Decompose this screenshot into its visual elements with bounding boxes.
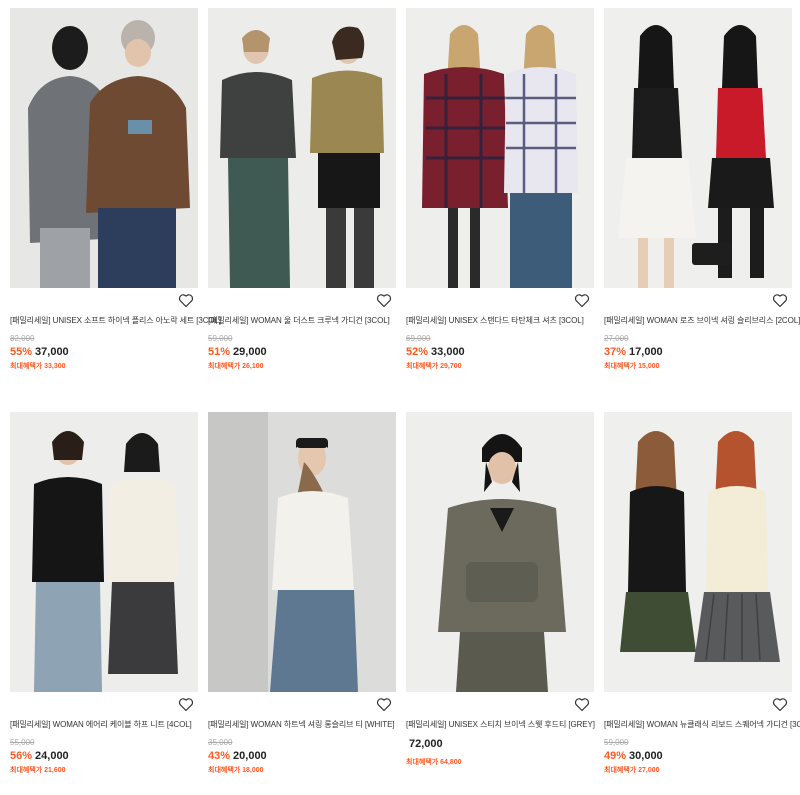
max-benefit-price: 최대혜택가 29,700 xyxy=(406,363,462,370)
sale-price: 24,000 xyxy=(35,750,69,762)
product-title[interactable]: [패밀리세일] WOMAN 에어리 케이블 하프 니트 [4COL] xyxy=(10,692,198,731)
product-card[interactable]: [패밀리세일] WOMAN 뉴클래식 리보드 스퀘어넥 가디건 [3COL] 5… xyxy=(604,412,800,776)
product-title[interactable]: [패밀리세일] WOMAN 뉴클래식 리보드 스퀘어넥 가디건 [3COL] xyxy=(604,692,800,731)
product-grid: [패밀리세일] UNISEX 소프트 하이넥 플리스 아노락 세트 [3COL]… xyxy=(0,0,800,795)
product-image[interactable] xyxy=(604,412,792,692)
max-benefit-price: 최대혜택가 15,000 xyxy=(604,363,660,370)
product-title[interactable]: [패밀리세일] UNISEX 소프트 하이넥 플리스 아노락 세트 [3COL] xyxy=(10,288,221,327)
sale-price: 30,000 xyxy=(629,750,663,762)
product-card[interactable]: [패밀리세일] UNISEX 소프트 하이넥 플리스 아노락 세트 [3COL]… xyxy=(10,8,221,372)
original-price: 27,000 xyxy=(604,334,629,343)
sale-price: 17,000 xyxy=(629,346,663,358)
price-line: 52% 33,000 xyxy=(406,345,594,359)
product-image[interactable] xyxy=(604,8,792,288)
max-benefit-price: 최대혜택가 33,300 xyxy=(10,363,66,370)
max-benefit-price: 최대혜택가 26,100 xyxy=(208,363,264,370)
product-card[interactable]: [패밀리세일] UNISEX 스탠다드 타탄체크 셔츠 [3COL] 69,00… xyxy=(406,8,594,372)
sale-price: 33,000 xyxy=(431,346,465,358)
product-card[interactable]: [패밀리세일] UNISEX 스티치 브이넥 스웻 후드티 [GREY] 72,… xyxy=(406,412,595,768)
sale-price: 20,000 xyxy=(233,750,267,762)
sale-price: 37,000 xyxy=(35,346,69,358)
discount-rate: 49% xyxy=(604,750,627,762)
product-title[interactable]: [패밀리세일] UNISEX 스탠다드 타탄체크 셔츠 [3COL] xyxy=(406,288,594,327)
product-title[interactable]: [패밀리세일] WOMAN 로즈 브이넥 셔링 슬리브리스 [2COL] xyxy=(604,288,800,327)
heart-icon[interactable] xyxy=(178,697,194,712)
sale-price: 29,000 xyxy=(233,346,267,358)
heart-icon[interactable] xyxy=(178,293,194,308)
heart-icon[interactable] xyxy=(376,293,392,308)
heart-icon[interactable] xyxy=(772,293,788,308)
heart-icon[interactable] xyxy=(376,697,392,712)
discount-rate: 55% xyxy=(10,346,33,358)
product-image[interactable] xyxy=(208,8,396,288)
heart-icon[interactable] xyxy=(574,697,590,712)
product-image[interactable] xyxy=(406,8,594,288)
original-price: 59,000 xyxy=(208,334,233,343)
product-image[interactable] xyxy=(10,412,198,692)
max-benefit-price: 최대혜택가 18,000 xyxy=(208,767,264,774)
price-line: 51% 29,000 xyxy=(208,345,396,359)
original-price: 55,000 xyxy=(10,738,35,747)
price-line: 37% 17,000 xyxy=(604,345,792,359)
max-benefit-price: 최대혜택가 64,800 xyxy=(406,759,462,766)
product-card[interactable]: [패밀리세일] WOMAN 울 더스트 크루넥 가디건 [3COL] 59,00… xyxy=(208,8,396,372)
product-image[interactable] xyxy=(10,8,198,288)
discount-rate: 56% xyxy=(10,750,33,762)
product-title[interactable]: [패밀리세일] WOMAN 하트넥 셔링 롱슬리브 티 [WHITE] xyxy=(208,692,396,731)
price-line: 55% 37,000 xyxy=(10,345,198,359)
product-image[interactable] xyxy=(208,412,396,692)
heart-icon[interactable] xyxy=(574,293,590,308)
original-price: 59,000 xyxy=(604,738,629,747)
discount-rate: 37% xyxy=(604,346,627,358)
discount-rate: 51% xyxy=(208,346,231,358)
max-benefit-price: 최대혜택가 27,000 xyxy=(604,767,660,774)
original-price: 69,000 xyxy=(406,334,431,343)
discount-rate: 52% xyxy=(406,346,429,358)
discount-rate: 43% xyxy=(208,750,231,762)
heart-icon[interactable] xyxy=(772,697,788,712)
price-line: 72,000 xyxy=(406,737,594,751)
product-title[interactable]: [패밀리세일] WOMAN 울 더스트 크루넥 가디건 [3COL] xyxy=(208,288,396,327)
product-image[interactable] xyxy=(406,412,594,692)
product-card[interactable]: [패밀리세일] WOMAN 에어리 케이블 하프 니트 [4COL] 55,00… xyxy=(10,412,198,776)
product-card[interactable]: [패밀리세일] WOMAN 하트넥 셔링 롱슬리브 티 [WHITE] 35,0… xyxy=(208,412,396,776)
max-benefit-price: 최대혜택가 21,600 xyxy=(10,767,66,774)
price-line: 43% 20,000 xyxy=(208,749,396,763)
sale-price: 72,000 xyxy=(409,738,443,750)
product-card[interactable]: [패밀리세일] WOMAN 로즈 브이넥 셔링 슬리브리스 [2COL] 27,… xyxy=(604,8,800,372)
original-price: 82,000 xyxy=(10,334,35,343)
price-line: 49% 30,000 xyxy=(604,749,792,763)
original-price: 35,000 xyxy=(208,738,233,747)
price-line: 56% 24,000 xyxy=(10,749,198,763)
product-title[interactable]: [패밀리세일] UNISEX 스티치 브이넥 스웻 후드티 [GREY] xyxy=(406,692,595,731)
